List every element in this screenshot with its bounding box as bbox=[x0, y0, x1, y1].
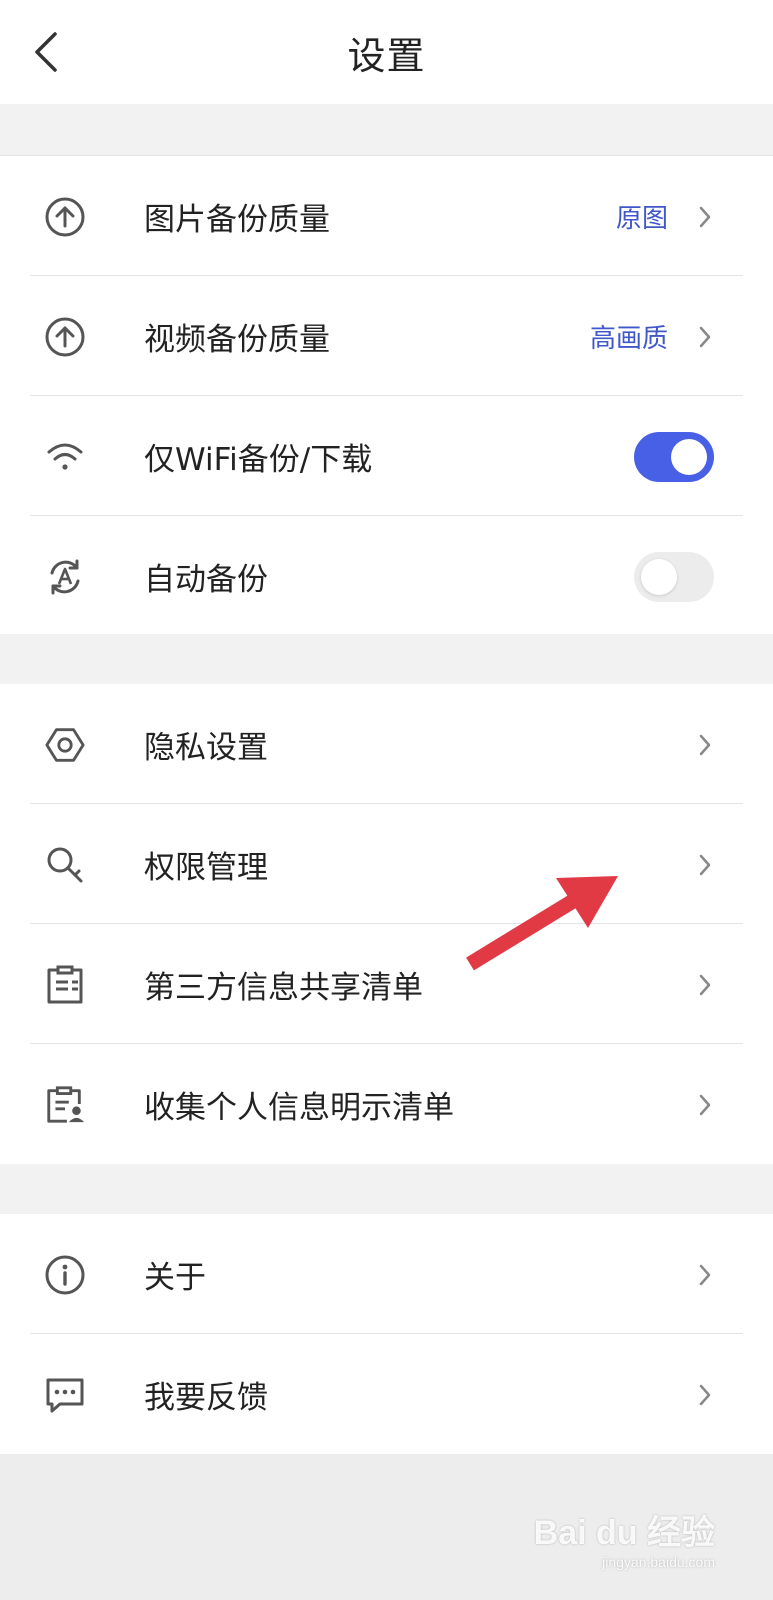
chevron-right-icon bbox=[695, 732, 715, 758]
section-gap bbox=[0, 104, 773, 156]
watermark-site: jingyan.baidu.com bbox=[602, 1554, 715, 1570]
chevron-right-icon bbox=[695, 204, 715, 230]
row-value: 高画质 bbox=[589, 323, 668, 354]
privacy-icon bbox=[44, 724, 86, 766]
back-button[interactable] bbox=[26, 26, 66, 78]
row-label: 隐私设置 bbox=[144, 729, 268, 766]
toggle-knob bbox=[671, 439, 707, 475]
info-icon bbox=[44, 1254, 86, 1296]
row-label: 我要反馈 bbox=[144, 1379, 268, 1416]
row-value: 原图 bbox=[615, 203, 668, 234]
row-label: 图片备份质量 bbox=[144, 201, 330, 238]
key-icon bbox=[44, 844, 86, 886]
chevron-left-icon bbox=[35, 32, 57, 72]
wifi-only-toggle[interactable] bbox=[634, 432, 714, 482]
chevron-right-icon bbox=[695, 1262, 715, 1288]
backup-settings-section: 图片备份质量 原图 视频备份质量 高画质 仅WiFi备份/下载 自动备份 bbox=[0, 156, 773, 636]
row-about[interactable]: 关于 bbox=[0, 1214, 773, 1334]
upload-circle-icon bbox=[44, 196, 86, 238]
row-label: 第三方信息共享清单 bbox=[144, 969, 423, 1006]
row-feedback[interactable]: 我要反馈 bbox=[0, 1334, 773, 1454]
row-label: 关于 bbox=[144, 1259, 206, 1296]
toggle-knob bbox=[641, 559, 677, 595]
row-label: 权限管理 bbox=[144, 849, 268, 886]
page-title: 设置 bbox=[347, 33, 426, 78]
auto-sync-icon bbox=[44, 556, 86, 598]
header: 设置 bbox=[0, 0, 773, 104]
clipboard-list-icon bbox=[44, 964, 86, 1006]
row-label: 自动备份 bbox=[144, 561, 268, 598]
section-gap bbox=[0, 634, 773, 684]
row-video-backup-quality[interactable]: 视频备份质量 高画质 bbox=[0, 276, 773, 396]
feedback-icon bbox=[44, 1374, 86, 1416]
section-gap bbox=[0, 1164, 773, 1214]
row-photo-backup-quality[interactable]: 图片备份质量 原图 bbox=[0, 156, 773, 276]
watermark-brand: Bai du 经验 bbox=[533, 1514, 715, 1552]
privacy-section: 隐私设置 权限管理 第三方信息共享清单 收集个人信息明示清单 bbox=[0, 684, 773, 1164]
row-auto-backup: 自动备份 bbox=[0, 516, 773, 636]
row-personal-info-collection-list[interactable]: 收集个人信息明示清单 bbox=[0, 1044, 773, 1164]
upload-circle-icon bbox=[44, 316, 86, 358]
row-permission-management[interactable]: 权限管理 bbox=[0, 804, 773, 924]
about-section: 关于 我要反馈 bbox=[0, 1214, 773, 1454]
chevron-right-icon bbox=[695, 1092, 715, 1118]
auto-backup-toggle[interactable] bbox=[634, 552, 714, 602]
watermark: Bai du 经验 jingyan.baidu.com bbox=[534, 1505, 715, 1570]
chevron-right-icon bbox=[695, 852, 715, 878]
wifi-icon bbox=[44, 436, 86, 478]
chevron-right-icon bbox=[695, 324, 715, 350]
clipboard-person-icon bbox=[44, 1084, 86, 1126]
chevron-right-icon bbox=[695, 1382, 715, 1408]
annotation-arrow-icon bbox=[466, 876, 618, 971]
row-label: 视频备份质量 bbox=[144, 321, 330, 358]
chevron-right-icon bbox=[695, 972, 715, 998]
row-third-party-sharing-list[interactable]: 第三方信息共享清单 bbox=[0, 924, 773, 1044]
row-wifi-only: 仅WiFi备份/下载 bbox=[0, 396, 773, 516]
row-privacy-settings[interactable]: 隐私设置 bbox=[0, 684, 773, 804]
row-label: 收集个人信息明示清单 bbox=[144, 1089, 454, 1126]
row-label: 仅WiFi备份/下载 bbox=[144, 441, 373, 478]
